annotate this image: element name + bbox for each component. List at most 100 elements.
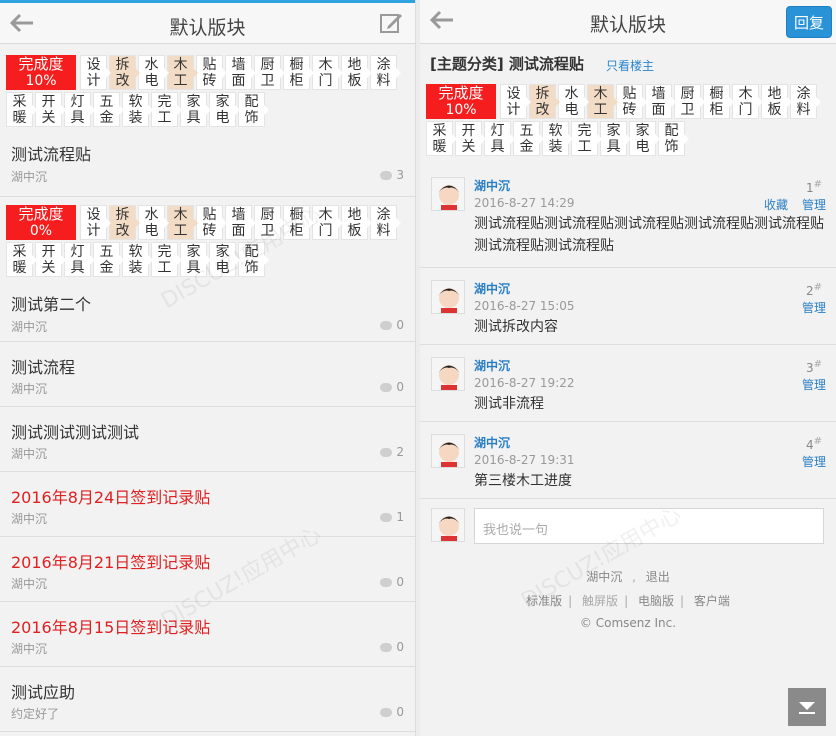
- step-badge[interactable]: 软装: [542, 121, 573, 156]
- only-op-link[interactable]: 只看楼主: [606, 57, 654, 74]
- step-badge[interactable]: 灯具: [64, 242, 95, 277]
- step-badge[interactable]: 木工: [167, 55, 198, 90]
- step-badge[interactable]: 墙面: [225, 205, 256, 240]
- step-badge[interactable]: 配饰: [238, 242, 269, 277]
- step-badge[interactable]: 木工: [587, 84, 618, 119]
- step-badge[interactable]: 水电: [138, 55, 169, 90]
- step-badge[interactable]: 开关: [35, 92, 66, 127]
- step-badge[interactable]: 贴砖: [196, 205, 227, 240]
- post-action-1[interactable]: 管理: [802, 198, 826, 212]
- step-badge[interactable]: 家电: [209, 92, 240, 127]
- step-badge[interactable]: 厨卫: [254, 205, 285, 240]
- reply-input[interactable]: 我也说一句: [474, 508, 824, 544]
- step-badge[interactable]: 木门: [312, 55, 343, 90]
- thread-title[interactable]: 测试测试测试测试: [11, 419, 139, 443]
- post-action-0[interactable]: 收藏: [764, 198, 788, 212]
- step-badge[interactable]: 采暖: [6, 242, 37, 277]
- footer-link-touch[interactable]: 触屏版: [582, 594, 618, 608]
- step-badge[interactable]: 开关: [35, 242, 66, 277]
- step-badge[interactable]: 木工: [167, 205, 198, 240]
- reply-button[interactable]: 回复: [786, 6, 832, 38]
- step-badge[interactable]: 贴砖: [616, 84, 647, 119]
- floor-number: 4#: [806, 436, 822, 452]
- thread-title[interactable]: 测试应助: [11, 679, 75, 703]
- step-badge[interactable]: 采暖: [6, 92, 37, 127]
- step-badge[interactable]: 设计: [80, 205, 111, 240]
- step-badge[interactable]: 配饰: [238, 92, 269, 127]
- step-badge[interactable]: 开关: [455, 121, 486, 156]
- step-badge[interactable]: 涂料: [790, 84, 821, 119]
- thread-title[interactable]: 2016年8月21日签到记录贴: [11, 549, 210, 573]
- step-badge[interactable]: 设计: [500, 84, 531, 119]
- step-badge[interactable]: 灯具: [484, 121, 515, 156]
- logout-link[interactable]: 退出: [646, 570, 670, 584]
- step-badge[interactable]: 家具: [600, 121, 631, 156]
- thread-title[interactable]: 测试第二个: [11, 291, 91, 315]
- step-badge[interactable]: 灯具: [64, 92, 95, 127]
- right-panel: 默认版块 回复 [主题分类] 测试流程贴 只看楼主 完成度 10% 设计 拆改 水电 木工…: [420, 0, 836, 736]
- step-badge[interactable]: 厨卫: [254, 55, 285, 90]
- step-badge[interactable]: 家电: [209, 242, 240, 277]
- step-badge[interactable]: 橱柜: [283, 55, 314, 90]
- thread-author: 湖中沉: [11, 512, 48, 526]
- step-badge[interactable]: 家具: [180, 92, 211, 127]
- post-author[interactable]: 湖中沉: [474, 357, 510, 374]
- step-badge[interactable]: 五金: [513, 121, 544, 156]
- step-badge[interactable]: 水电: [558, 84, 589, 119]
- step-badge[interactable]: 厨卫: [674, 84, 705, 119]
- compose-icon[interactable]: [379, 11, 403, 35]
- step-badge[interactable]: 完工: [571, 121, 602, 156]
- footer-link-client[interactable]: 客户端: [694, 594, 730, 608]
- step-badge[interactable]: 家具: [180, 242, 211, 277]
- reply-count-value: 0: [396, 318, 404, 332]
- step-badge[interactable]: 涂料: [370, 205, 401, 240]
- step-badge[interactable]: 木门: [312, 205, 343, 240]
- thread-title[interactable]: 测试流程: [11, 354, 75, 378]
- step-badge[interactable]: 橱柜: [703, 84, 734, 119]
- step-badge[interactable]: 地板: [341, 55, 372, 90]
- step-badge[interactable]: 软装: [122, 92, 153, 127]
- step-badge[interactable]: 软装: [122, 242, 153, 277]
- post-action-0[interactable]: 管理: [802, 301, 826, 315]
- thread-row[interactable]: 2016年8月24日签到记录贴 湖中沉 1: [0, 472, 415, 537]
- back-to-top-button[interactable]: [788, 688, 826, 726]
- thread-row[interactable]: 测试测试测试测试 湖中沉 2: [0, 407, 415, 472]
- post-action-0[interactable]: 管理: [802, 378, 826, 392]
- step-badge[interactable]: 家电: [629, 121, 660, 156]
- post-author[interactable]: 湖中沉: [474, 177, 510, 194]
- step-badge[interactable]: 木门: [732, 84, 763, 119]
- thread-row[interactable]: 2016年8月21日签到记录贴 湖中沉 0: [0, 537, 415, 602]
- step-badge[interactable]: 拆改: [109, 55, 140, 90]
- thread-row[interactable]: 测试应助 约定好了 0: [0, 667, 415, 732]
- step-badge[interactable]: 墙面: [225, 55, 256, 90]
- thread-row[interactable]: 完成度 10% 设计 拆改 水电 木工 贴砖 墙面 厨卫 橱柜 木门 地板 涂料 采暖 开关 灯具 五金 软装 完工…: [0, 47, 415, 197]
- step-badge[interactable]: 采暖: [426, 121, 457, 156]
- thread-row[interactable]: 2016年8月15日签到记录贴 湖中沉 0: [0, 602, 415, 667]
- step-badge[interactable]: 地板: [761, 84, 792, 119]
- footer-link-pc[interactable]: 电脑版: [638, 594, 674, 608]
- step-badge[interactable]: 完工: [151, 92, 182, 127]
- step-badge[interactable]: 水电: [138, 205, 169, 240]
- step-badge[interactable]: 五金: [93, 92, 124, 127]
- thread-title[interactable]: 测试流程贴: [11, 141, 91, 165]
- step-badge[interactable]: 地板: [341, 205, 372, 240]
- step-badge[interactable]: 贴砖: [196, 55, 227, 90]
- step-badge[interactable]: 拆改: [109, 205, 140, 240]
- step-badge[interactable]: 配饰: [658, 121, 689, 156]
- step-badge[interactable]: 墙面: [645, 84, 676, 119]
- step-badge[interactable]: 橱柜: [283, 205, 314, 240]
- thread-row[interactable]: 完成度 0% 设计 拆改 水电 木工 贴砖 墙面 厨卫 橱柜 木门 地板 涂料 采暖 开关 灯具 五金 软装 完工家…: [0, 197, 415, 342]
- step-badge[interactable]: 五金: [93, 242, 124, 277]
- post-author[interactable]: 湖中沉: [474, 434, 510, 451]
- step-badge[interactable]: 完工: [151, 242, 182, 277]
- footer-username[interactable]: 湖中沉: [586, 570, 622, 584]
- thread-row[interactable]: 测试流程 湖中沉 0: [0, 342, 415, 407]
- step-badge[interactable]: 设计: [80, 55, 111, 90]
- post-author[interactable]: 湖中沉: [474, 280, 510, 297]
- thread-title[interactable]: 2016年8月24日签到记录贴: [11, 484, 210, 508]
- footer-link-standard[interactable]: 标准版: [526, 594, 562, 608]
- thread-title[interactable]: 2016年8月15日签到记录贴: [11, 614, 210, 638]
- step-badge[interactable]: 拆改: [529, 84, 560, 119]
- post-action-0[interactable]: 管理: [802, 455, 826, 469]
- step-badge[interactable]: 涂料: [370, 55, 401, 90]
